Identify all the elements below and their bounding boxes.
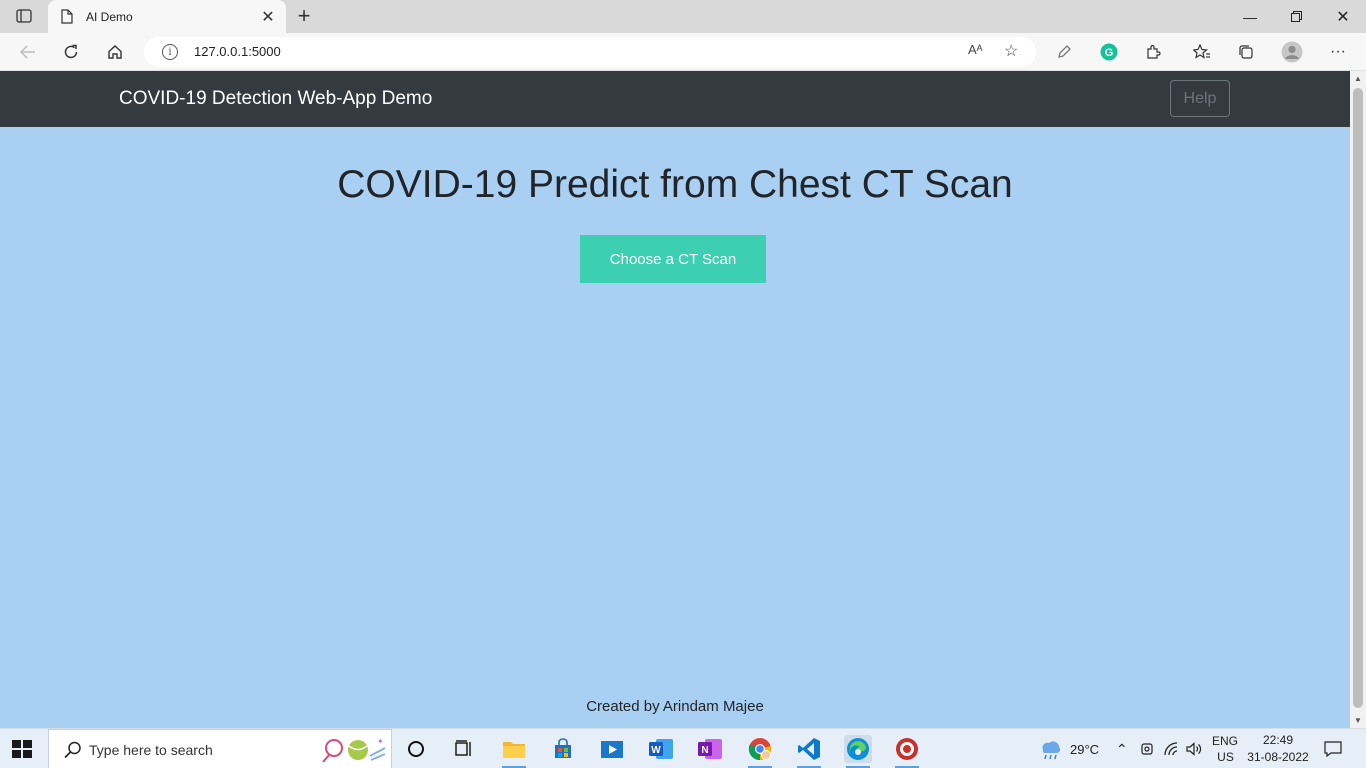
- task-view-icon[interactable]: [450, 735, 478, 763]
- taskbar-search-box[interactable]: Type here to search ✦: [48, 729, 392, 768]
- language-indicator[interactable]: ENG US: [1212, 729, 1238, 768]
- clock-date: 31-08-2022: [1247, 750, 1309, 764]
- windows-taskbar: Type here to search ✦ W N 29°C ⌃ ENG US …: [0, 728, 1366, 768]
- meet-now-icon[interactable]: [1140, 729, 1154, 768]
- url-text[interactable]: 127.0.0.1:5000: [194, 44, 281, 59]
- address-bar[interactable]: i 127.0.0.1:5000 Aᴬ ☆: [144, 37, 1036, 67]
- grammarly-icon[interactable]: G: [1096, 39, 1122, 65]
- onenote-icon[interactable]: N: [696, 735, 724, 763]
- file-explorer-icon[interactable]: [500, 735, 528, 768]
- footer-credit: Created by Arindam Majee: [586, 698, 764, 715]
- scroll-up-icon[interactable]: ▲: [1354, 74, 1362, 83]
- navbar: COVID-19 Detection Web-App Demo Help: [0, 71, 1350, 127]
- refresh-button[interactable]: [58, 39, 84, 65]
- page-scrollbar[interactable]: ▲ ▼: [1350, 71, 1366, 728]
- close-window-button[interactable]: ✕: [1320, 0, 1366, 33]
- navbar-brand[interactable]: COVID-19 Detection Web-App Demo: [119, 88, 432, 110]
- cortana-icon[interactable]: [402, 735, 430, 763]
- new-tab-button[interactable]: +: [292, 3, 316, 28]
- read-aloud-glyph: A: [968, 42, 977, 57]
- clock-time: 22:49: [1262, 733, 1294, 747]
- scroll-down-icon[interactable]: ▼: [1354, 716, 1362, 725]
- search-placeholder: Type here to search: [89, 742, 213, 758]
- show-hidden-icons-chevron[interactable]: ⌃: [1116, 729, 1128, 768]
- clock[interactable]: 22:49 31-08-2022: [1247, 729, 1309, 768]
- browser-tab[interactable]: AI Demo ✕: [48, 0, 286, 33]
- screen-recorder-icon[interactable]: [893, 735, 921, 768]
- scrollbar-thumb[interactable]: [1353, 88, 1363, 708]
- weather-temp: 29°C: [1070, 741, 1100, 757]
- microsoft-store-icon[interactable]: [549, 735, 577, 763]
- search-highlight-art: ✦: [322, 737, 386, 763]
- word-icon[interactable]: W: [647, 735, 675, 763]
- vscode-icon[interactable]: [795, 735, 823, 768]
- weather-rain-icon: [1042, 741, 1061, 760]
- close-tab-icon[interactable]: ✕: [258, 7, 278, 27]
- add-favorite-icon[interactable]: ☆: [1004, 41, 1018, 61]
- browser-tabstrip: AI Demo ✕ + — ✕: [0, 0, 1366, 33]
- tab-actions-icon[interactable]: [12, 7, 36, 25]
- collections-icon[interactable]: [1233, 39, 1259, 65]
- browser-toolbar: i 127.0.0.1:5000 Aᴬ ☆ G ···: [0, 33, 1366, 71]
- svg-text:N: N: [701, 745, 708, 756]
- volume-icon[interactable]: [1186, 729, 1202, 768]
- wifi-icon[interactable]: [1164, 729, 1180, 768]
- search-icon: [64, 741, 81, 759]
- pen-icon[interactable]: [1051, 39, 1077, 65]
- extensions-icon[interactable]: [1140, 39, 1166, 65]
- more-menu-icon[interactable]: ···: [1325, 39, 1351, 65]
- web-page: COVID-19 Detection Web-App Demo Help COV…: [0, 71, 1350, 728]
- minimize-button[interactable]: —: [1227, 0, 1273, 33]
- video-player-icon[interactable]: [598, 735, 626, 763]
- notifications-icon[interactable]: [1324, 729, 1342, 768]
- home-button[interactable]: [102, 39, 128, 65]
- keyboard-layout: US: [1217, 750, 1234, 764]
- page-title: COVID-19 Predict from Chest CT Scan: [337, 163, 1013, 206]
- svg-text:✦: ✦: [377, 737, 384, 746]
- chrome-icon[interactable]: [746, 735, 774, 768]
- back-button[interactable]: [15, 39, 41, 65]
- svg-text:G: G: [1105, 47, 1114, 59]
- edge-icon[interactable]: [844, 735, 872, 768]
- restore-button[interactable]: [1273, 0, 1319, 33]
- profile-avatar-icon[interactable]: [1279, 39, 1305, 65]
- page-icon: [60, 9, 74, 25]
- read-aloud-icon[interactable]: Aᴬ: [968, 42, 983, 57]
- choose-ct-scan-button[interactable]: Choose a CT Scan: [580, 235, 766, 283]
- help-button[interactable]: Help: [1170, 80, 1230, 117]
- weather-widget[interactable]: 29°C: [1038, 729, 1099, 768]
- tab-title: AI Demo: [86, 9, 133, 24]
- favorites-icon[interactable]: [1189, 39, 1215, 65]
- windows-start-icon[interactable]: [12, 740, 32, 758]
- language-code: ENG: [1212, 734, 1239, 748]
- site-info-icon[interactable]: i: [162, 44, 178, 60]
- svg-text:W: W: [651, 745, 661, 756]
